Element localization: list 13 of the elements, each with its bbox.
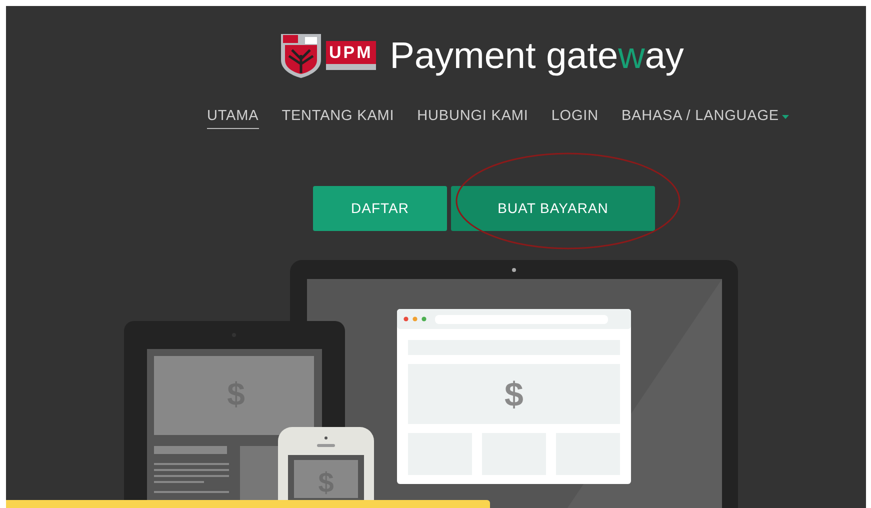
dollar-sign: $	[227, 376, 245, 412]
nav-link[interactable]: LOGIN	[551, 109, 598, 129]
nav-link[interactable]: TENTANG KAMI	[282, 109, 394, 129]
language-dropdown[interactable]: BAHASA / LANGUAGE	[621, 109, 789, 129]
site-title: Payment gateway	[390, 37, 684, 74]
nav-link[interactable]: HUBUNGI KAMI	[417, 109, 528, 129]
dollar-sign: $	[318, 467, 334, 498]
action-button[interactable]: BUAT BAYARAN	[451, 186, 655, 231]
shield-logo-icon	[280, 33, 322, 78]
dollar-sign: $	[504, 376, 524, 414]
caret-icon	[782, 114, 789, 118]
logo-wordmark: UPM	[326, 41, 376, 70]
nav-link[interactable]: UTAMA	[207, 109, 259, 129]
